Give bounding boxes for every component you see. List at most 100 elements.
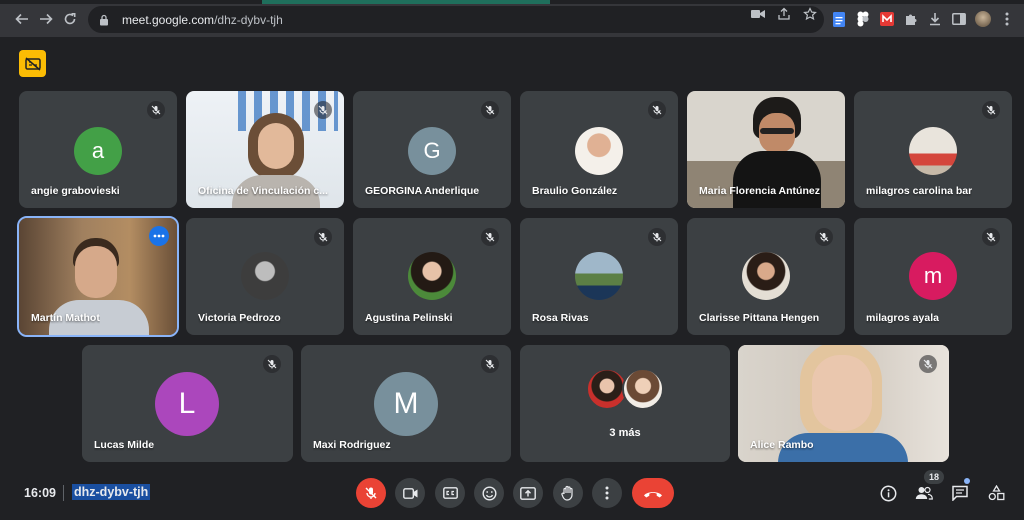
address-url: meet.google.com/dhz-dybv-tjh (122, 13, 283, 27)
chat-button[interactable] (949, 482, 971, 504)
participant-tile[interactable]: milagros carolina bar (854, 91, 1012, 208)
participant-name: milagros carolina bar (866, 185, 973, 197)
forward-button[interactable] (36, 9, 56, 29)
profile-avatar-icon[interactable] (974, 9, 992, 29)
participant-tile[interactable]: Rosa Rivas (520, 218, 678, 335)
captions-button[interactable] (435, 478, 465, 508)
participant-name: Rosa Rivas (532, 312, 589, 324)
participant-name: Oficina de Vinculación c... (198, 185, 328, 197)
back-button[interactable] (12, 9, 32, 29)
extension-figma-icon[interactable] (854, 9, 872, 29)
mic-off-icon (314, 101, 332, 119)
activities-button[interactable] (985, 482, 1007, 504)
present-screen-icon (520, 486, 536, 500)
participant-name: Lucas Milde (94, 439, 155, 451)
more-options-button[interactable] (592, 478, 622, 508)
avatar (742, 252, 790, 300)
emoji-icon (481, 485, 497, 501)
participant-tile[interactable]: a angie grabovieski (19, 91, 177, 208)
avatar: M (374, 372, 438, 436)
activities-icon (988, 485, 1004, 501)
captions-off-icon (24, 56, 41, 71)
chat-icon (952, 485, 968, 501)
mic-off-icon (982, 228, 1000, 246)
mic-off-icon (648, 101, 666, 119)
avatar (408, 252, 456, 300)
participant-count-badge: 18 (924, 470, 944, 484)
omnibox-actions (750, 6, 818, 22)
participant-tile[interactable]: Braulio González (520, 91, 678, 208)
present-screen-button[interactable] (513, 478, 543, 508)
participant-name: Clarisse Pittana Hengen (699, 312, 820, 324)
reload-button[interactable] (60, 9, 80, 29)
reactions-button[interactable] (474, 478, 504, 508)
meeting-controls-bar: 16:09 dhz-dybv-tjh (0, 466, 1024, 520)
participant-name: milagros ayala (866, 312, 939, 324)
mic-off-icon (481, 355, 499, 373)
avatar: m (909, 252, 957, 300)
participant-name: Martín Mathot (31, 312, 100, 324)
chrome-menu-icon[interactable] (998, 9, 1016, 29)
url-host: meet.google.com (122, 12, 215, 27)
participant-more-button[interactable] (149, 226, 169, 246)
mic-off-icon (648, 228, 666, 246)
extension-mega-icon[interactable] (878, 9, 896, 29)
call-end-icon (644, 491, 662, 497)
address-bar[interactable]: meet.google.com/dhz-dybv-tjh (88, 6, 824, 33)
mic-off-icon (147, 101, 165, 119)
people-button[interactable] (913, 482, 935, 504)
captions-off-indicator[interactable] (19, 50, 46, 77)
bookmark-star-icon[interactable] (802, 6, 818, 22)
participant-name: Maria Florencia Antúnez (699, 185, 820, 197)
meeting-time: 16:09 (24, 486, 56, 500)
overflow-participants-tile[interactable]: 3 más (520, 345, 730, 462)
participant-tile[interactable]: Clarisse Pittana Hengen (687, 218, 845, 335)
more-vert-icon (605, 486, 609, 500)
raise-hand-button[interactable] (553, 478, 583, 508)
microphone-toggle-button[interactable] (356, 478, 386, 508)
participant-tile[interactable]: Oficina de Vinculación c... (186, 91, 344, 208)
participant-name: Alice Rambo (750, 439, 814, 451)
leave-call-button[interactable] (632, 478, 674, 508)
avatar: G (408, 127, 456, 175)
avatar (575, 127, 623, 175)
arrow-forward-icon (40, 13, 53, 25)
avatar: L (155, 372, 219, 436)
browser-toolbar: meet.google.com/dhz-dybv-tjh (0, 0, 1024, 38)
more-horiz-icon (153, 234, 165, 238)
avatar (241, 252, 289, 300)
meeting-details-button[interactable] (877, 482, 899, 504)
chat-unread-dot (964, 478, 970, 484)
participant-tile[interactable]: G GEORGINA Anderlique (353, 91, 511, 208)
participant-tile[interactable]: Maria Florencia Antúnez (687, 91, 845, 208)
participant-tile[interactable]: Victoria Pedrozo (186, 218, 344, 335)
avatar (909, 127, 957, 175)
camera-in-use-icon[interactable] (750, 6, 766, 22)
participant-name: angie grabovieski (31, 185, 120, 197)
mic-off-icon (481, 101, 499, 119)
participant-tile[interactable]: L Lucas Milde (82, 345, 293, 462)
raise-hand-icon (561, 485, 573, 501)
share-icon[interactable] (776, 6, 792, 22)
participant-tile[interactable]: M Maxi Rodriguez (301, 345, 511, 462)
meeting-code[interactable]: dhz-dybv-tjh (72, 484, 151, 500)
overflow-count-label: 3 más (609, 427, 641, 439)
arrow-back-icon (15, 13, 28, 25)
participant-tile[interactable]: m milagros ayala (854, 218, 1012, 335)
participant-tile-active[interactable]: Martín Mathot (17, 216, 179, 337)
participant-tile[interactable]: Agustina Pelinski (353, 218, 511, 335)
lock-icon (98, 13, 110, 27)
extension-docs-icon[interactable] (830, 9, 848, 29)
side-panel-icon[interactable] (950, 9, 968, 29)
info-icon (880, 485, 896, 501)
camera-toggle-button[interactable] (395, 478, 425, 508)
participant-name: Agustina Pelinski (365, 312, 453, 324)
participant-name: Braulio González (532, 185, 618, 197)
participant-tile[interactable]: Alice Rambo (738, 345, 949, 462)
mic-off-icon (314, 228, 332, 246)
mic-off-icon (365, 487, 377, 499)
download-icon[interactable] (926, 9, 944, 29)
videocam-icon (402, 487, 417, 499)
extensions-puzzle-icon[interactable] (902, 9, 920, 29)
active-tab-indicator (262, 0, 550, 4)
